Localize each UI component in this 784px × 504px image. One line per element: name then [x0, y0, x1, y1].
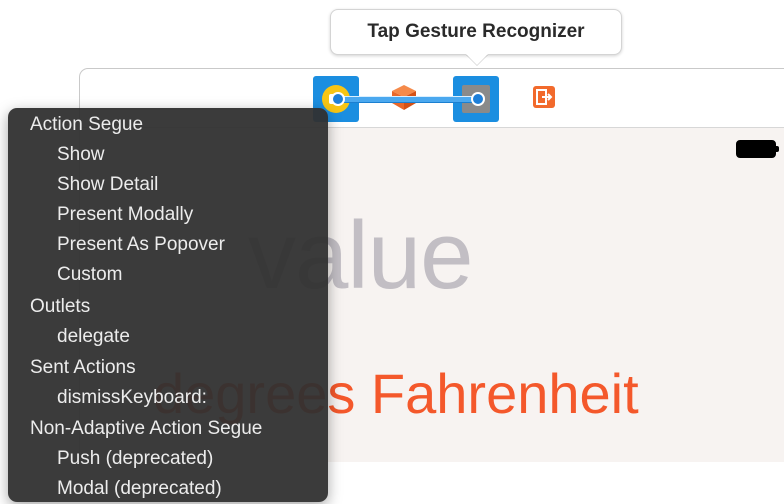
menu-item-dismiss-keyboard[interactable]: dismissKeyboard: [8, 383, 328, 413]
menu-header-sent-actions: Sent Actions [30, 357, 136, 378]
connection-end-handle[interactable] [471, 92, 485, 106]
menu-item-push-deprecated[interactable]: Push (deprecated) [8, 444, 328, 474]
menu-header-outlets: Outlets [30, 296, 91, 317]
connection-menu: Action Segue Show Show Detail Present Mo… [8, 108, 328, 502]
menu-item-modal-deprecated[interactable]: Modal (deprecated) [8, 474, 328, 504]
exit-icon[interactable] [533, 86, 555, 108]
tooltip: Tap Gesture Recognizer [330, 9, 622, 55]
menu-item-show-detail[interactable]: Show Detail [8, 170, 328, 200]
tooltip-text: Tap Gesture Recognizer [367, 21, 585, 42]
menu-item-show[interactable]: Show [8, 140, 328, 170]
menu-header-action-segue: Action Segue [30, 114, 144, 135]
menu-header-non-adaptive-action-segue: Non-Adaptive Action Segue [30, 418, 263, 439]
battery-icon [736, 140, 779, 158]
menu-item-present-as-popover[interactable]: Present As Popover [8, 230, 328, 260]
connection-drag-line[interactable] [338, 96, 478, 103]
tooltip-arrow [466, 54, 488, 65]
menu-item-delegate[interactable]: delegate [8, 322, 328, 352]
menu-item-present-modally[interactable]: Present Modally [8, 200, 328, 230]
menu-item-custom[interactable]: Custom [8, 260, 328, 290]
connection-start-handle[interactable] [331, 92, 345, 106]
